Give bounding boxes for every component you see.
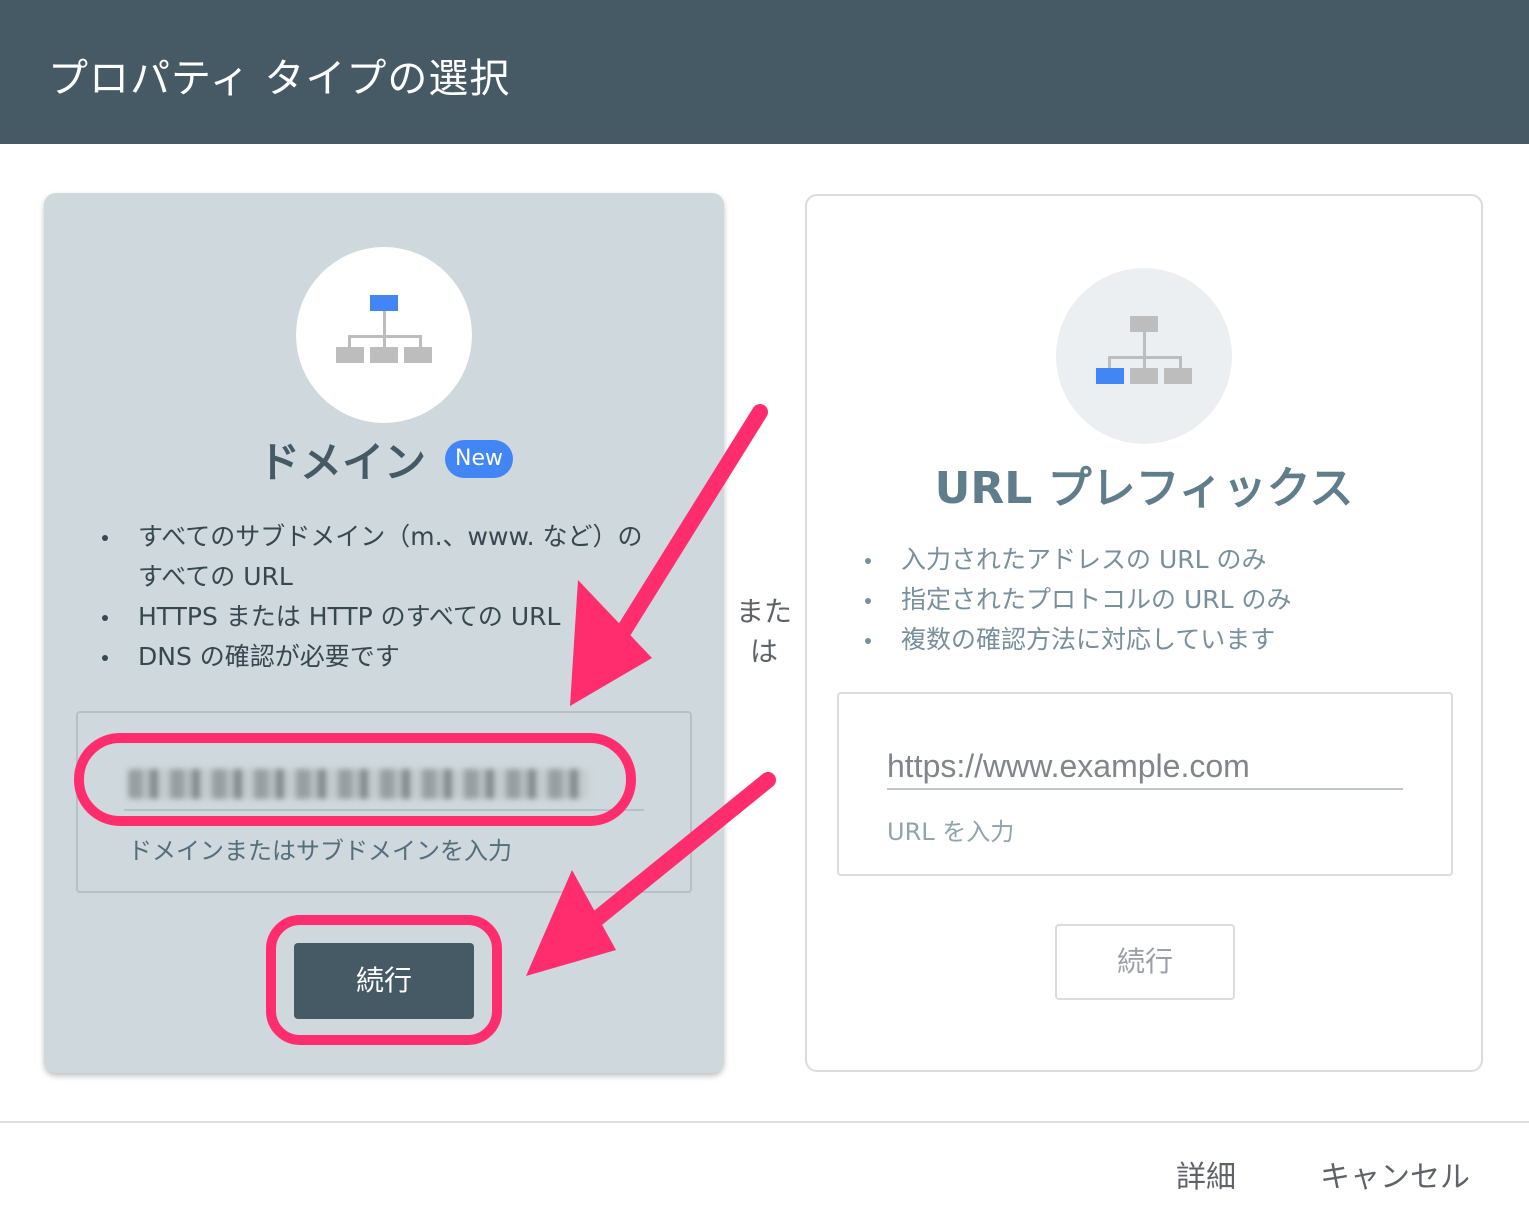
list-item: すべてのサブドメイン（m.、www. など）の すべての URL <box>102 517 672 597</box>
input-underline <box>887 788 1403 790</box>
list-item: 指定されたプロトコルの URL のみ <box>865 580 1445 620</box>
input-highlight-outline <box>74 733 636 826</box>
domain-feature-list: すべてのサブドメイン（m.、www. など）の すべての URL HTTPS ま… <box>102 517 672 677</box>
domain-input-helper: ドメインまたはサブドメインを入力 <box>128 837 512 865</box>
url-input[interactable] <box>887 744 1403 788</box>
new-badge: New <box>445 440 513 478</box>
url-prefix-feature-list: 入力されたアドレスの URL のみ 指定されたプロトコルの URL のみ 複数の… <box>865 540 1445 660</box>
sitemap-icon <box>1096 316 1192 384</box>
domain-card-title: ドメイン <box>258 438 427 487</box>
url-input-box: URL を入力 <box>837 692 1453 876</box>
dialog-header: プロパティ タイプの選択 <box>0 0 1529 144</box>
details-button[interactable]: 詳細 <box>1176 1152 1236 1196</box>
sitemap-icon <box>336 295 432 363</box>
dialog-title: プロパティ タイプの選択 <box>48 56 511 102</box>
url-prefix-property-card[interactable]: URL プレフィックス 入力されたアドレスの URL のみ 指定されたプロトコル… <box>805 194 1483 1072</box>
list-item: 入力されたアドレスの URL のみ <box>865 540 1445 580</box>
domain-icon-circle <box>296 247 472 423</box>
or-separator: または <box>736 595 793 668</box>
list-item: 複数の確認方法に対応しています <box>865 620 1445 660</box>
list-item: HTTPS または HTTP のすべての URL <box>102 597 672 637</box>
url-input-helper: URL を入力 <box>887 818 1015 846</box>
button-highlight-outline <box>266 915 502 1045</box>
url-prefix-card-title: URL プレフィックス <box>934 463 1354 514</box>
cancel-button[interactable]: キャンセル <box>1320 1152 1470 1196</box>
url-prefix-continue-button[interactable]: 続行 <box>1055 924 1235 1000</box>
url-prefix-icon-circle <box>1056 268 1232 444</box>
list-item: DNS の確認が必要です <box>102 637 672 677</box>
footer-divider <box>0 1121 1529 1123</box>
